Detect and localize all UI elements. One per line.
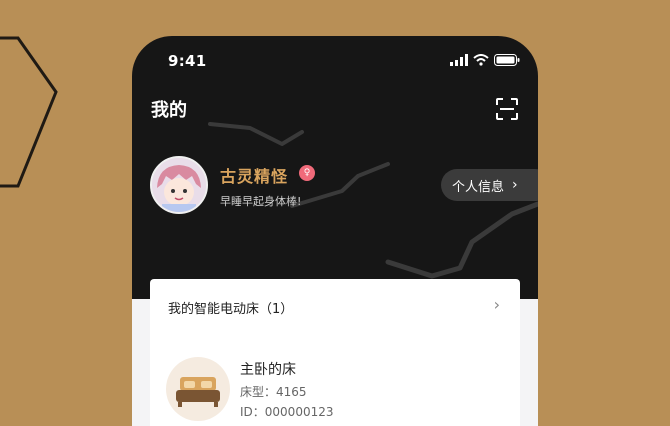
- avatar-image: [152, 158, 206, 212]
- bed-icon-graphic: [176, 377, 220, 407]
- phone-screen: 9:41 我的 古灵精怪 ♀ 早睡早起身体棒! 个人信息 › 我的智能电动床（1…: [132, 36, 538, 426]
- avatar[interactable]: [150, 156, 208, 214]
- nickname: 古灵精怪: [220, 167, 289, 186]
- chevron-right-icon[interactable]: ›: [494, 295, 500, 314]
- bed-icon: [166, 357, 230, 421]
- battery-icon: [494, 54, 520, 66]
- devices-card-title: 我的智能电动床（1）: [168, 302, 294, 317]
- device-type: 床型：4165: [240, 385, 307, 399]
- wifi-icon: [473, 54, 489, 66]
- profile-info-button[interactable]: 个人信息 ›: [441, 169, 538, 201]
- scan-icon[interactable]: [495, 97, 519, 121]
- devices-card[interactable]: 我的智能电动床（1） › 主卧的床 床型：4165 ID：000000123: [150, 279, 520, 426]
- profile-info-label: 个人信息: [452, 179, 505, 195]
- signal-icon: [450, 54, 468, 66]
- page-title: 我的: [151, 100, 187, 121]
- signature: 早睡早起身体棒!: [220, 195, 302, 208]
- chevron-right-icon: ›: [512, 177, 518, 193]
- device-id: ID：000000123: [240, 405, 334, 419]
- female-icon: ♀: [299, 165, 315, 181]
- status-icons: [450, 54, 520, 66]
- device-name: 主卧的床: [240, 362, 296, 378]
- status-time: 9:41: [168, 52, 207, 70]
